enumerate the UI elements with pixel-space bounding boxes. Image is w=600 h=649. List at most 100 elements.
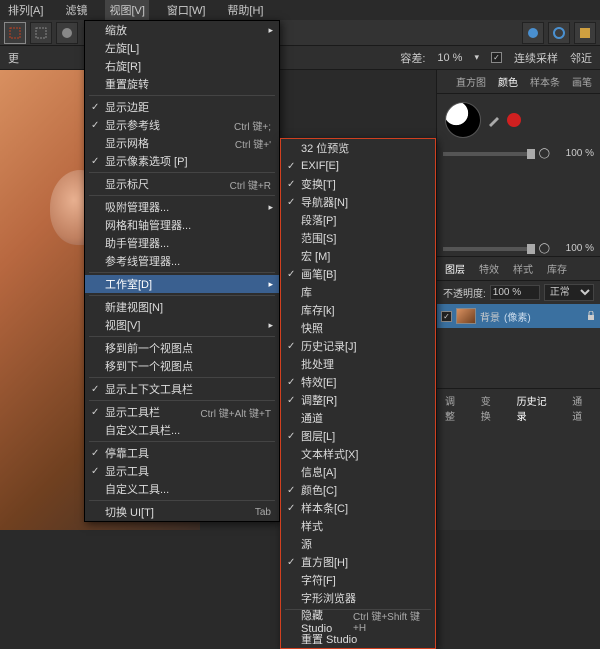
studio-submenu-item-25[interactable]: 字形浏览器 <box>281 589 435 607</box>
layer-row[interactable]: 背景 (像素) <box>437 304 600 328</box>
menu-window[interactable]: 窗口[W] <box>163 0 210 20</box>
view-menu-item-10[interactable]: 显示标尺Ctrl 键+R <box>85 175 279 193</box>
menu-filter[interactable]: 滤镜 <box>61 0 91 20</box>
adjacent-label[interactable]: 邻近 <box>570 50 592 66</box>
opacity-value[interactable]: 100 % <box>554 148 594 159</box>
mask-tool-icon[interactable] <box>56 22 78 44</box>
view-menu-item-label: 吸附管理器... <box>105 199 169 215</box>
tab-styles[interactable]: 样式 <box>509 259 537 278</box>
studio-submenu-item-8[interactable]: 库 <box>281 283 435 301</box>
view-menu-item-34[interactable]: 切换 UI[T]Tab <box>85 503 279 521</box>
view-menu-item-1[interactable]: 左旋[L] <box>85 39 279 57</box>
studio-submenu-item-22[interactable]: 源 <box>281 535 435 553</box>
studio-submenu-item-28[interactable]: 重置 Studio <box>281 630 435 648</box>
studio-submenu-item-label: 32 位预览 <box>301 140 349 156</box>
studio-submenu-item-27[interactable]: 隐藏 StudioCtrl 键+Shift 键+H <box>281 612 435 630</box>
tab-effects[interactable]: 特效 <box>475 259 503 278</box>
studio-submenu-item-7[interactable]: 画笔[B] <box>281 265 435 283</box>
menu-view[interactable]: 视图[V] <box>105 0 148 20</box>
studio-submenu-item-label: 导航器[N] <box>301 194 348 210</box>
studio-submenu-item-4[interactable]: 段落[P] <box>281 211 435 229</box>
studio-submenu-item-0[interactable]: 32 位预览 <box>281 139 435 157</box>
more-label[interactable]: 更 <box>8 50 19 66</box>
tab-transform[interactable]: 变换 <box>477 391 505 425</box>
view-menu-item-6[interactable]: 显示参考线Ctrl 键+; <box>85 116 279 134</box>
view-menu-item-20[interactable]: 视图[V] <box>85 316 279 334</box>
studio-submenu-item-24[interactable]: 字符[F] <box>281 571 435 589</box>
studio-submenu-item-1[interactable]: EXIF[E] <box>281 157 435 175</box>
shape-ring-icon[interactable] <box>548 22 570 44</box>
tab-color[interactable]: 颜色 <box>494 72 522 91</box>
adjust-slider[interactable] <box>443 247 535 251</box>
shape-circle-icon[interactable] <box>522 22 544 44</box>
view-menu-item-17[interactable]: 工作室[D] <box>85 275 279 293</box>
view-menu-separator <box>89 336 275 337</box>
blend-mode-select[interactable]: 正常 <box>544 284 594 301</box>
tab-stock[interactable]: 库存 <box>543 259 571 278</box>
studio-submenu-item-20[interactable]: 样本条[C] <box>281 499 435 517</box>
view-menu-item-15[interactable]: 参考线管理器... <box>85 252 279 270</box>
view-menu-item-13[interactable]: 网格和轴管理器... <box>85 216 279 234</box>
lock-icon[interactable] <box>586 311 596 321</box>
tab-layers[interactable]: 图层 <box>441 259 469 278</box>
adjust-opacity-value[interactable]: 100 % <box>554 243 594 254</box>
eyedropper-icon[interactable] <box>487 113 501 127</box>
studio-submenu-item-11[interactable]: 历史记录[J] <box>281 337 435 355</box>
view-menu-item-27[interactable]: 显示工具栏Ctrl 键+Alt 键+T <box>85 403 279 421</box>
tab-swatches[interactable]: 样本条 <box>526 72 564 91</box>
menu-arrange[interactable]: 排列[A] <box>4 0 47 20</box>
layer-visibility-checkbox[interactable] <box>441 311 452 322</box>
view-menu-item-8[interactable]: 显示像素选项 [P] <box>85 152 279 170</box>
studio-submenu-item-17[interactable]: 文本样式[X] <box>281 445 435 463</box>
studio-submenu-item-19[interactable]: 颜色[C] <box>281 481 435 499</box>
studio-submenu-item-label: 画笔[B] <box>301 266 336 282</box>
studio-submenu-item-15[interactable]: 通道 <box>281 409 435 427</box>
view-menu-item-label: 缩放 <box>105 22 127 38</box>
opacity-slider[interactable] <box>443 152 535 156</box>
studio-submenu-item-10[interactable]: 快照 <box>281 319 435 337</box>
tolerance-value[interactable]: 10 % <box>437 52 462 64</box>
view-menu-item-32[interactable]: 自定义工具... <box>85 480 279 498</box>
studio-submenu-item-label: 样本条[C] <box>301 500 348 516</box>
studio-submenu-item-14[interactable]: 调整[R] <box>281 391 435 409</box>
view-menu-item-22[interactable]: 移到前一个视图点 <box>85 339 279 357</box>
view-menu-item-label: 重置旋转 <box>105 76 149 92</box>
view-menu-item-12[interactable]: 吸附管理器... <box>85 198 279 216</box>
studio-submenu-item-18[interactable]: 信息[A] <box>281 463 435 481</box>
studio-submenu-item-9[interactable]: 库存[k] <box>281 301 435 319</box>
contiguous-checkbox[interactable] <box>491 52 502 63</box>
view-menu-item-23[interactable]: 移到下一个视图点 <box>85 357 279 375</box>
tab-history[interactable]: 历史记录 <box>513 391 561 425</box>
studio-submenu-item-2[interactable]: 变换[T] <box>281 175 435 193</box>
tab-histogram[interactable]: 直方图 <box>452 72 490 91</box>
studio-submenu-item-6[interactable]: 宏 [M] <box>281 247 435 265</box>
view-menu-item-25[interactable]: 显示上下文工具栏 <box>85 380 279 398</box>
view-menu-item-14[interactable]: 助手管理器... <box>85 234 279 252</box>
view-menu-item-7[interactable]: 显示网格Ctrl 键+' <box>85 134 279 152</box>
view-menu-item-31[interactable]: 显示工具 <box>85 462 279 480</box>
selection-tool-b-icon[interactable] <box>30 22 52 44</box>
tab-channel[interactable]: 通道 <box>568 391 596 425</box>
studio-submenu-item-13[interactable]: 特效[E] <box>281 373 435 391</box>
shape-square-icon[interactable] <box>574 22 596 44</box>
studio-submenu-item-21[interactable]: 样式 <box>281 517 435 535</box>
foreground-background-swatch[interactable] <box>445 102 481 138</box>
selection-tool-a-icon[interactable] <box>4 22 26 44</box>
menu-help[interactable]: 帮助[H] <box>223 0 267 20</box>
view-menu-item-0[interactable]: 缩放 <box>85 21 279 39</box>
tab-brushes[interactable]: 画笔 <box>568 72 596 91</box>
view-menu-item-5[interactable]: 显示边距 <box>85 98 279 116</box>
studio-submenu-item-16[interactable]: 图层[L] <box>281 427 435 445</box>
view-menu-item-3[interactable]: 重置旋转 <box>85 75 279 93</box>
studio-submenu-item-12[interactable]: 批处理 <box>281 355 435 373</box>
studio-submenu-item-23[interactable]: 直方图[H] <box>281 553 435 571</box>
layer-opacity-input[interactable] <box>490 285 540 300</box>
studio-submenu-item-3[interactable]: 导航器[N] <box>281 193 435 211</box>
recent-color-swatch[interactable] <box>507 113 521 127</box>
studio-submenu-item-5[interactable]: 范围[S] <box>281 229 435 247</box>
tab-adjust[interactable]: 调整 <box>441 391 469 425</box>
view-menu-item-19[interactable]: 新建视图[N] <box>85 298 279 316</box>
view-menu-item-30[interactable]: 停靠工具 <box>85 444 279 462</box>
view-menu-item-28[interactable]: 自定义工具栏... <box>85 421 279 439</box>
view-menu-item-2[interactable]: 右旋[R] <box>85 57 279 75</box>
